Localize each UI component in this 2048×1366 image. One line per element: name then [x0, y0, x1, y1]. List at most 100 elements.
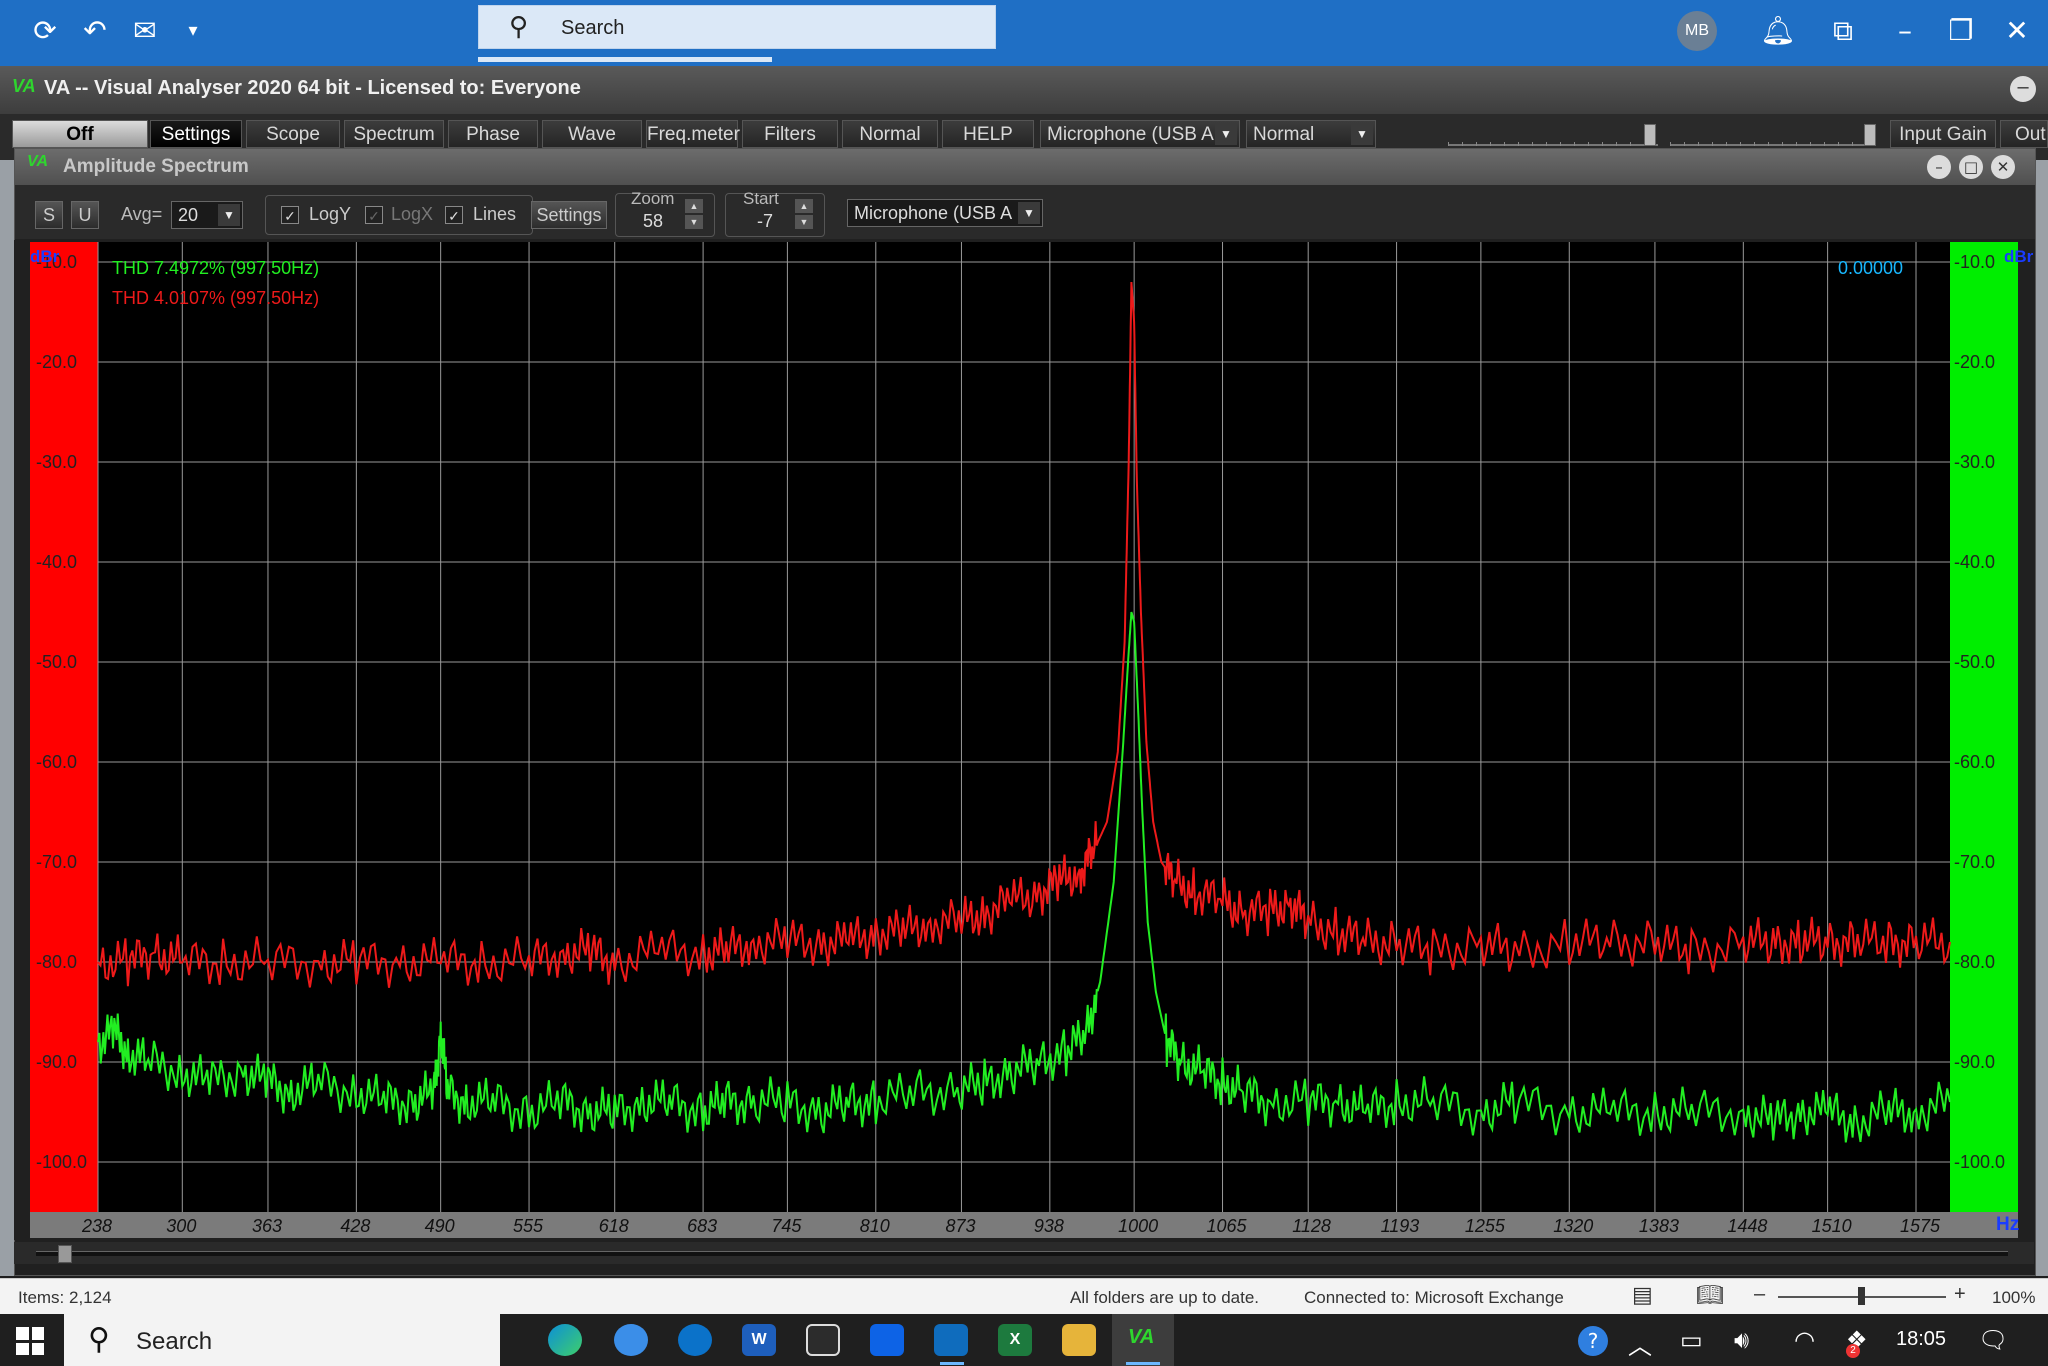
wifi-icon[interactable]: ◠ [1794, 1326, 1815, 1354]
avatar[interactable]: MB [1677, 11, 1717, 51]
edge-icon[interactable] [548, 1324, 582, 1356]
avg-label: Avg= [121, 204, 163, 224]
close-icon[interactable]: ✕ [2000, 14, 2034, 48]
spectrum-horizontal-scrollbar[interactable] [14, 1242, 2034, 1264]
x-tick-label: 1255 [1465, 1216, 1506, 1236]
reading-view-icon[interactable]: 📖︎ [1696, 1283, 1724, 1308]
x-tick-label: 490 [425, 1216, 455, 1236]
scrollbar-thumb[interactable] [58, 1245, 72, 1263]
file-explorer-icon[interactable] [1062, 1324, 1096, 1356]
help-icon[interactable]: ? [1578, 1326, 1608, 1356]
va-active-indicator [1126, 1362, 1160, 1365]
va-minimize-button[interactable]: – [2010, 76, 2036, 102]
customize-dropdown-icon[interactable]: ▾ [176, 14, 210, 48]
y-tick-label-right: -40.0 [1954, 552, 1995, 572]
logy-checkbox[interactable]: ✓ [281, 206, 299, 224]
outlook-search-box[interactable]: ⚲ Search [478, 5, 996, 49]
volume-icon[interactable]: 🔊︎ [1734, 1326, 1749, 1354]
tab-freq-meter[interactable]: Freq.meter [646, 120, 740, 148]
tab-normal[interactable]: Normal [842, 120, 938, 148]
zoom-percent[interactable]: 100% [1992, 1288, 2035, 1308]
dropbox-icon[interactable] [870, 1324, 904, 1356]
mail-icon[interactable]: ✉ [128, 14, 162, 48]
refresh-icon[interactable]: ⟳ [28, 14, 62, 48]
minimize-icon[interactable]: – [1888, 14, 1922, 48]
outlook-icon[interactable] [934, 1324, 968, 1356]
spectrum-settings-button[interactable]: Settings [531, 201, 607, 229]
windows-start-icon[interactable] [16, 1327, 44, 1355]
x-tick-label: 873 [945, 1216, 975, 1236]
input-device-select[interactable]: Microphone (USB A ▼ [1040, 120, 1240, 148]
spectrum-device-select[interactable]: Microphone (USB A ▼ [847, 199, 1043, 227]
taskbar-clock[interactable]: 18:05 [1896, 1328, 1946, 1351]
tab-spectrum[interactable]: Spectrum [344, 120, 444, 148]
lines-checkbox[interactable]: ✓ [445, 206, 463, 224]
s-button[interactable]: S [35, 201, 63, 229]
excel-icon[interactable]: X [998, 1324, 1032, 1356]
tab-wave[interactable]: Wave [542, 120, 642, 148]
tab-settings[interactable]: Settings [150, 120, 242, 148]
fox-app-icon[interactable] [806, 1324, 840, 1356]
bell-icon[interactable]: 🔔︎ [1760, 14, 1796, 48]
edge-beta-icon[interactable] [614, 1324, 648, 1356]
tab-phase[interactable]: Phase [448, 120, 538, 148]
y-unit-label-right: dBr [2004, 247, 2034, 266]
zoom-spinner[interactable]: ▲ ▼ [685, 199, 703, 229]
coming-soon-icon[interactable]: ⧉ [1826, 14, 1860, 48]
spectrum-window-title: Amplitude Spectrum [63, 156, 249, 177]
onedrive-icon[interactable] [678, 1324, 712, 1356]
y-tick-label-right: -50.0 [1954, 652, 1995, 672]
avg-select[interactable]: 20 ▼ [171, 201, 243, 229]
search-placeholder: Search [561, 17, 625, 39]
connection-status: Connected to: Microsoft Exchange [1304, 1288, 1564, 1307]
tab-off[interactable]: Off [12, 120, 148, 148]
y-tick-label-right: -60.0 [1954, 752, 1995, 772]
slider-knob[interactable] [1644, 124, 1656, 146]
y-tick-label-right: -90.0 [1954, 1052, 1995, 1072]
va-logo: VA [27, 153, 49, 170]
outlook-active-indicator [940, 1362, 964, 1365]
zoom-slider-knob[interactable] [1858, 1287, 1865, 1305]
chevron-down-icon: ▼ [1351, 123, 1373, 145]
spectrum-minimize-button[interactable]: – [1927, 155, 1951, 179]
tab-scope[interactable]: Scope [246, 120, 340, 148]
output-gain-button[interactable]: Out [2000, 120, 2048, 148]
slider-knob[interactable] [1864, 124, 1876, 146]
va-taskbar-button[interactable]: VA [1112, 1314, 1174, 1366]
zoom-out-button[interactable]: – [1754, 1283, 1765, 1306]
spectrum-maximize-button[interactable]: □ [1959, 155, 1983, 179]
restore-icon[interactable]: ❐ [1944, 14, 1978, 48]
tab-filters[interactable]: Filters [742, 120, 838, 148]
y-tick-label-left: -40.0 [36, 552, 77, 572]
undo-icon[interactable]: ↶ [78, 14, 112, 48]
zoom-in-button[interactable]: + [1954, 1283, 1966, 1306]
input-device-value: Microphone (USB A [1047, 124, 1214, 145]
outlook-status-bar: Items: 2,124 All folders are up to date.… [0, 1278, 2048, 1315]
search-icon: ⚲ [509, 12, 529, 42]
battery-icon[interactable]: ▭ [1680, 1326, 1703, 1354]
start-spinner[interactable]: ▲ ▼ [795, 199, 813, 229]
action-center-icon[interactable]: 🗨︎ [1978, 1326, 2008, 1354]
mode-select[interactable]: Normal ▼ [1246, 120, 1376, 148]
taskbar-search-box[interactable]: ⚲ Search [64, 1314, 500, 1366]
readout-value: 0.00000 [1838, 258, 1903, 278]
y-tick-label-right: -80.0 [1954, 952, 1995, 972]
avg-value: 20 [178, 205, 199, 225]
logx-checkbox[interactable]: ✓ [365, 206, 383, 224]
search-underline [478, 57, 772, 62]
va-window-title: VA -- Visual Analyser 2020 64 bit - Lice… [44, 77, 581, 99]
normal-view-icon[interactable]: ▤ [1632, 1283, 1653, 1308]
y-tick-label-left: -50.0 [36, 652, 77, 672]
x-tick-label: 363 [252, 1216, 282, 1236]
tab-help[interactable]: HELP [942, 120, 1034, 148]
y-tick-label-left: -90.0 [36, 1052, 77, 1072]
input-gain-button[interactable]: Input Gain [1890, 120, 1996, 148]
word-icon[interactable]: W [742, 1324, 776, 1356]
u-button[interactable]: U [71, 201, 99, 229]
va-titlebar: VA VA -- Visual Analyser 2020 64 bit - L… [0, 66, 2048, 114]
show-hidden-icons-chevron-icon[interactable]: ︿ [1628, 1326, 1652, 1361]
right-gain-slider[interactable] [1670, 124, 1876, 146]
spectrum-close-button[interactable]: ✕ [1991, 155, 2015, 179]
left-gain-slider[interactable] [1448, 124, 1658, 146]
windows-taskbar: ⚲ Search W X VA ? ︿ ▭ 🔊︎ ◠ ❖ 2 18:05 🗨︎ [0, 1314, 2048, 1366]
